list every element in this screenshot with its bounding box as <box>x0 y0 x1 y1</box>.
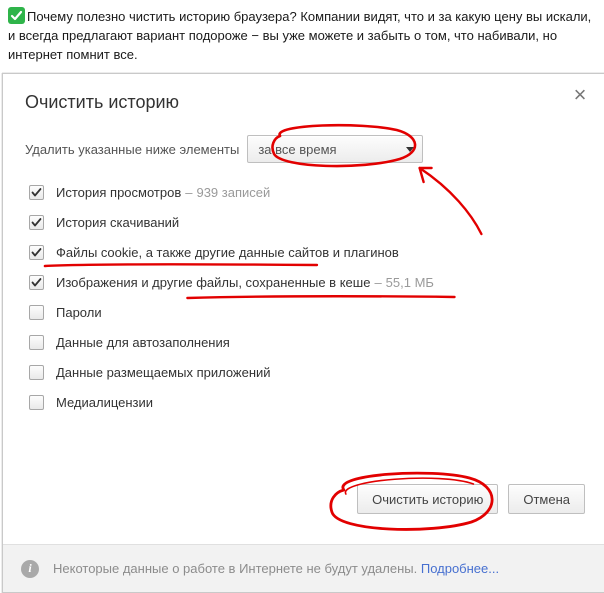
clear-history-dialog: × Очистить историю Удалить указанные ниж… <box>2 73 604 593</box>
option-label: Пароли <box>56 305 102 320</box>
checkbox[interactable] <box>29 215 44 230</box>
checkbox[interactable] <box>29 305 44 320</box>
option-separator: – <box>185 185 192 200</box>
cancel-button[interactable]: Отмена <box>508 484 585 514</box>
option-suffix: 55,1 МБ <box>386 275 434 290</box>
option-row: Данные размещаемых приложений <box>25 357 583 387</box>
option-row: Пароли <box>25 297 583 327</box>
option-label: История просмотров <box>56 185 181 200</box>
info-icon: i <box>21 560 39 578</box>
option-separator: – <box>374 275 381 290</box>
option-row: Изображения и другие файлы, сохраненные … <box>25 267 583 297</box>
option-label: Файлы cookie, а также другие данные сайт… <box>56 245 399 260</box>
clear-history-button[interactable]: Очистить историю <box>357 484 498 514</box>
option-label: Данные размещаемых приложений <box>56 365 271 380</box>
checkbox[interactable] <box>29 185 44 200</box>
chevron-down-icon <box>406 147 414 152</box>
options-list: История просмотров – 939 записейИстория … <box>25 177 583 417</box>
learn-more-link[interactable]: Подробнее... <box>421 561 499 576</box>
close-icon[interactable]: × <box>569 84 591 106</box>
checkbox[interactable] <box>29 245 44 260</box>
option-row: История просмотров – 939 записей <box>25 177 583 207</box>
option-row: Файлы cookie, а также другие данные сайт… <box>25 237 583 267</box>
intro-text: Почему полезно чистить историю браузера?… <box>8 9 591 62</box>
checkbox[interactable] <box>29 335 44 350</box>
dialog-button-row: Очистить историю Отмена <box>357 484 585 514</box>
footer-text: Некоторые данные о работе в Интернете не… <box>53 561 499 576</box>
option-label: Медиалицензии <box>56 395 153 410</box>
checkbox[interactable] <box>29 275 44 290</box>
intro-block: Почему полезно чистить историю браузера?… <box>0 0 604 75</box>
check-badge-icon <box>8 7 25 24</box>
option-suffix: 939 записей <box>196 185 270 200</box>
delete-range-label: Удалить указанные ниже элементы <box>25 142 239 157</box>
dialog-footer: i Некоторые данные о работе в Интернете … <box>3 544 604 592</box>
option-label: История скачиваний <box>56 215 179 230</box>
time-range-value: за все время <box>258 142 336 157</box>
checkbox[interactable] <box>29 365 44 380</box>
option-row: Медиалицензии <box>25 387 583 417</box>
dialog-title: Очистить историю <box>25 92 583 113</box>
option-label: Изображения и другие файлы, сохраненные … <box>56 275 370 290</box>
checkbox[interactable] <box>29 395 44 410</box>
time-range-select[interactable]: за все время <box>247 135 423 163</box>
option-row: Данные для автозаполнения <box>25 327 583 357</box>
option-label: Данные для автозаполнения <box>56 335 230 350</box>
option-row: История скачиваний <box>25 207 583 237</box>
delete-range-row: Удалить указанные ниже элементы за все в… <box>25 135 583 163</box>
